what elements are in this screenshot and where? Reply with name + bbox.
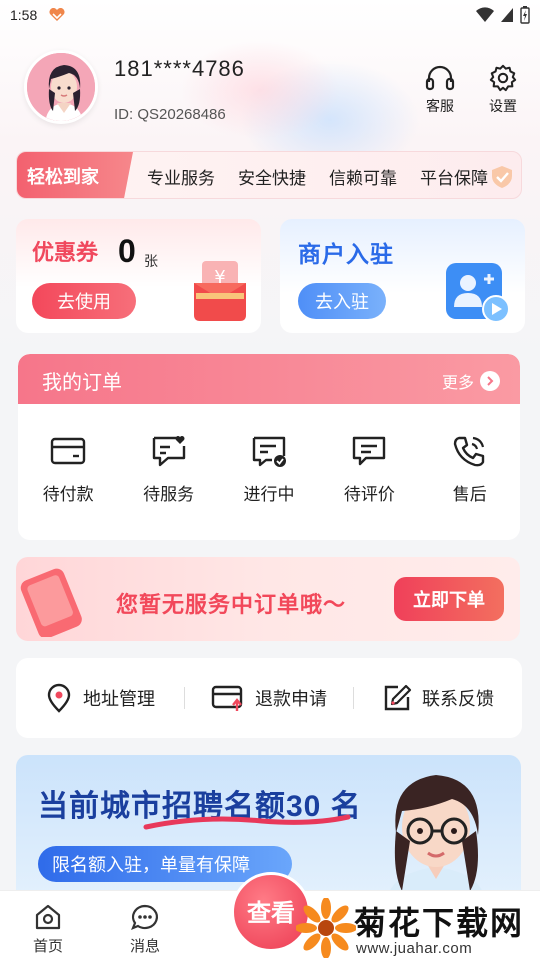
service-promise-strip: 轻松到家 专业服务 安全快捷 信赖可靠 平台保障 (16, 151, 522, 199)
refund-card-icon (211, 685, 243, 711)
checklist-message-icon (252, 436, 286, 467)
tool-label: 退款申请 (255, 689, 327, 709)
comment-icon (353, 436, 386, 466)
orders-header: 我的订单 更多 (18, 354, 520, 404)
system-icons (476, 6, 530, 24)
watermark-url: www.juahar.com (356, 940, 473, 957)
chevron-right-icon (480, 371, 500, 391)
nav-messages-label: 消息 (129, 938, 160, 955)
status-time: 1:58 (10, 7, 38, 23)
coupon-card[interactable]: 优惠券 0 张 去使用 ¥ (16, 219, 261, 333)
strip-item: 信赖可靠 (329, 168, 397, 188)
home-icon (35, 904, 61, 930)
user-id: ID: QS20268486 (114, 106, 226, 123)
customer-service-button[interactable]: 客服 (416, 64, 464, 116)
order-item-label: 待评价 (343, 485, 395, 504)
orders-title: 我的订单 (42, 372, 122, 394)
order-item-label: 待服务 (143, 485, 195, 504)
order-status-row: 待付款 待服务 进行中 待评价 售后 (18, 434, 520, 505)
use-coupon-button[interactable]: 去使用 (32, 283, 136, 319)
nav-home[interactable]: 首页 (18, 903, 78, 956)
gear-icon (489, 64, 517, 92)
refund-request[interactable]: 退款申请 (185, 683, 353, 713)
signal-icon (501, 8, 513, 22)
watermark-name: 菊花下载网 (354, 905, 525, 941)
contact-feedback[interactable]: 联系反馈 (354, 683, 522, 713)
quick-tools: 地址管理 退款申请 联系反馈 (16, 658, 522, 738)
red-envelope-icon: ¥ (194, 261, 246, 321)
coupon-title: 优惠券 (32, 240, 99, 265)
user-phone: 181****4786 (114, 56, 245, 81)
settings-button[interactable]: 设置 (479, 64, 527, 116)
coupon-unit: 张 (144, 253, 158, 269)
phone-call-icon (453, 436, 484, 467)
brush-underline (143, 814, 351, 830)
headset-icon (425, 65, 455, 91)
my-orders-section: 我的订单 更多 待付款 待服务 进行中 待评价 售后 (18, 354, 520, 540)
nav-messages[interactable]: 消息 (115, 903, 175, 956)
order-in-progress[interactable]: 进行中 (219, 434, 319, 505)
nav-home-label: 首页 (32, 938, 63, 955)
address-management[interactable]: 地址管理 (16, 683, 184, 713)
app-notification-icon (49, 8, 65, 21)
wallet-card-icon (50, 437, 86, 465)
coupon-count: 0 (118, 233, 136, 269)
tool-label: 地址管理 (83, 689, 155, 709)
edit-icon (384, 684, 412, 711)
order-pending-service[interactable]: 待服务 (118, 434, 218, 505)
orders-more-label: 更多 (441, 375, 474, 392)
merchant-title: 商户入驻 (298, 241, 394, 267)
shield-check-icon (492, 166, 512, 188)
order-item-label: 进行中 (243, 485, 295, 504)
strip-item: 专业服务 (147, 168, 215, 188)
join-merchant-button[interactable]: 去入驻 (298, 283, 386, 319)
battery-icon (520, 6, 530, 24)
customer-service-label: 客服 (426, 98, 454, 114)
order-pending-payment[interactable]: 待付款 (18, 434, 118, 505)
order-now-button[interactable]: 立即下单 (394, 577, 504, 621)
strip-tag: 轻松到家 (17, 152, 133, 198)
chat-bubble-icon (131, 904, 158, 930)
location-pin-icon (47, 683, 71, 713)
chrysanthemum-logo-icon (296, 898, 356, 958)
orders-more-link[interactable]: 更多 (442, 369, 500, 393)
settings-label: 设置 (489, 98, 517, 114)
status-bar: 1:58 (0, 0, 540, 32)
order-pending-review[interactable]: 待评价 (319, 434, 419, 505)
order-after-sales[interactable]: 售后 (420, 434, 520, 505)
add-user-icon (446, 263, 510, 323)
phone-illustration-icon (20, 568, 82, 637)
order-item-label: 售后 (452, 485, 487, 504)
strip-item: 平台保障 (420, 168, 488, 188)
merchant-card[interactable]: 商户入驻 去入驻 (280, 219, 525, 333)
recruiter-illustration (386, 775, 486, 905)
avatar[interactable] (24, 50, 98, 124)
heart-message-icon (152, 436, 185, 467)
site-watermark: 菊花下载网 www.juahar.com (296, 896, 540, 960)
strip-items: 专业服务 安全快捷 信赖可靠 平台保障 (147, 152, 488, 198)
strip-item: 安全快捷 (238, 168, 306, 188)
no-orders-message: 您暂无服务中订单哦～ (116, 592, 347, 617)
wifi-icon (476, 7, 494, 23)
tool-label: 联系反馈 (422, 689, 494, 709)
order-item-label: 待付款 (42, 485, 94, 504)
no-orders-banner: 您暂无服务中订单哦～ 立即下单 (16, 557, 520, 641)
